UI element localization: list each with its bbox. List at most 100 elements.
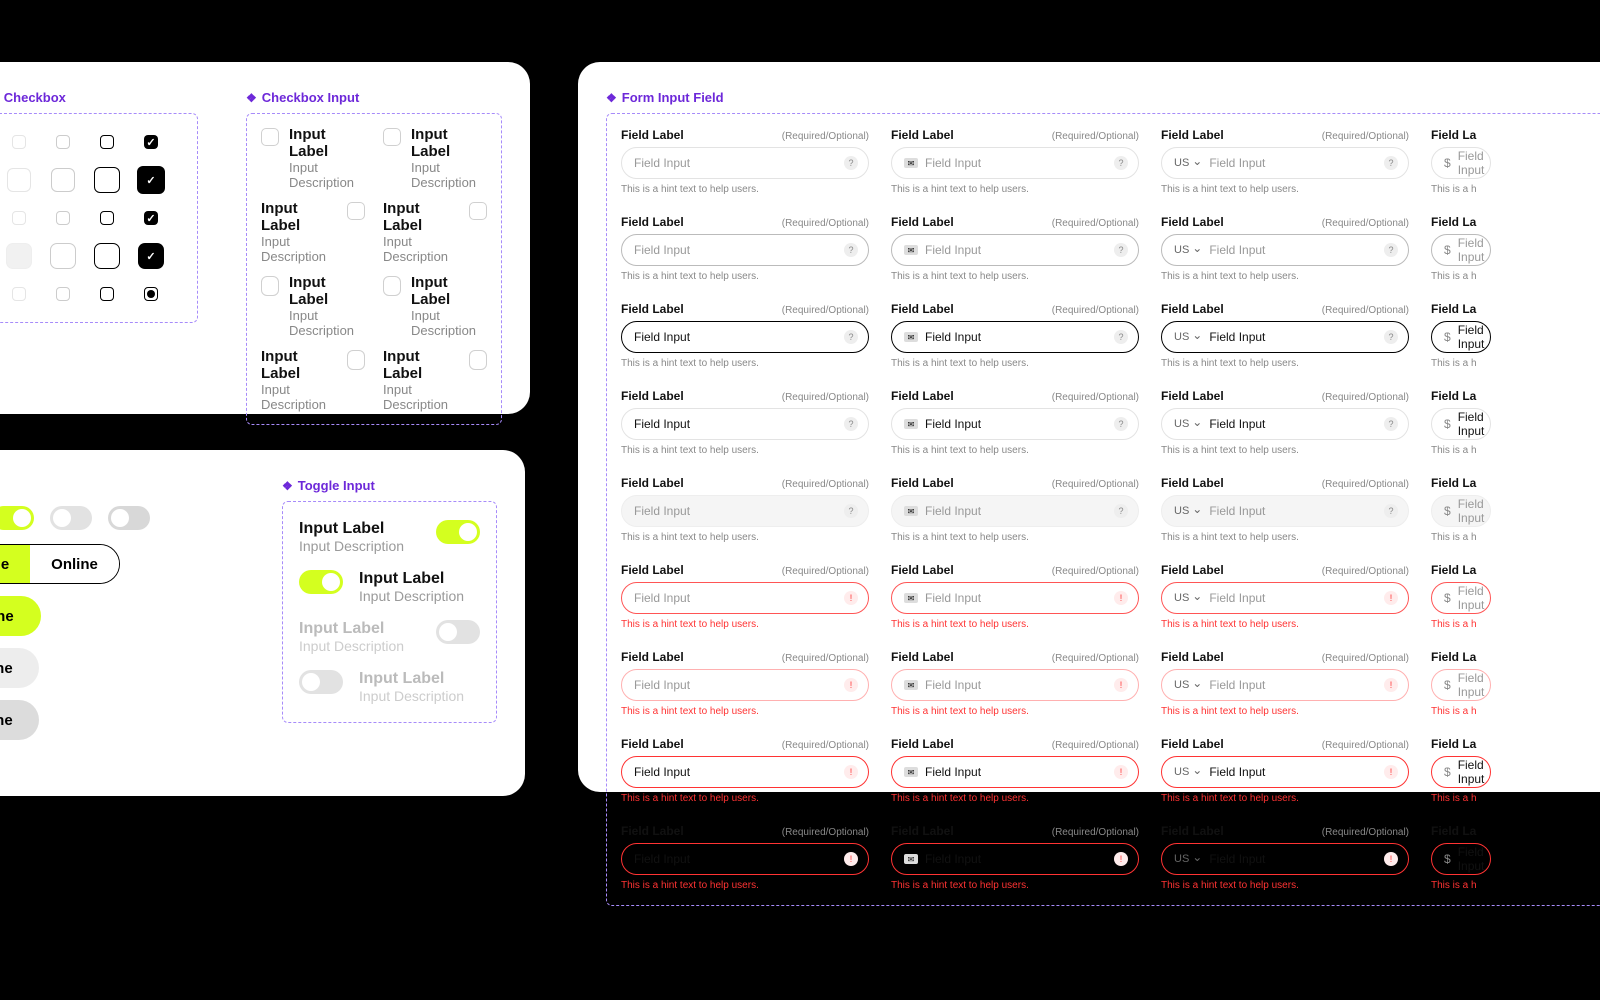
checkbox-box[interactable] xyxy=(347,350,365,370)
radio-light[interactable] xyxy=(56,287,70,301)
country-select[interactable]: US xyxy=(1174,330,1202,344)
toggle-switch-on[interactable] xyxy=(436,520,480,544)
text-input[interactable]: $ Field Input xyxy=(1431,843,1491,875)
country-select[interactable]: US xyxy=(1174,417,1202,431)
text-input[interactable]: US Field Input ! xyxy=(1161,582,1409,614)
checkbox-input-right-lg-2[interactable]: Input Label Input Description xyxy=(383,348,487,412)
text-input[interactable]: ✉ Field Input ? xyxy=(891,147,1139,179)
text-input[interactable]: $ Field Input xyxy=(1431,756,1491,788)
text-input[interactable]: US Field Input ? xyxy=(1161,321,1409,353)
radio-selected[interactable] xyxy=(144,287,158,301)
checkbox-round-ghost-sm[interactable] xyxy=(12,135,26,149)
field-label: Field La xyxy=(1431,389,1476,403)
text-input[interactable]: Field Input ? xyxy=(621,234,869,266)
field-label: Field Label xyxy=(891,302,954,316)
segmented-toggle[interactable]: Offline Online xyxy=(0,544,120,584)
checkbox-box[interactable] xyxy=(261,276,279,296)
pill-online-gray[interactable]: Online xyxy=(0,700,39,740)
text-input[interactable]: Field Input ? xyxy=(621,147,869,179)
checkbox-box[interactable] xyxy=(347,202,365,220)
checkbox-square-light-sm[interactable] xyxy=(56,211,70,225)
field-required-hint: (Required/Optional) xyxy=(782,218,869,229)
checkbox-round-ghost-lg[interactable] xyxy=(7,168,31,192)
checkbox-square-outline-sm[interactable] xyxy=(100,211,114,225)
text-input[interactable]: US Field Input ! xyxy=(1161,756,1409,788)
pill-online-light[interactable]: Online xyxy=(0,648,39,688)
checkbox-round-checked-lg[interactable] xyxy=(137,166,165,194)
text-input[interactable]: ✉ Field Input ? xyxy=(891,321,1139,353)
currency-symbol: $ xyxy=(1444,852,1451,866)
text-input[interactable]: Field Input ! xyxy=(621,669,869,701)
checkbox-round-outline-sm[interactable] xyxy=(100,135,114,149)
radio-ghost[interactable] xyxy=(12,287,26,301)
pill-online-lime[interactable]: Online xyxy=(0,596,41,636)
country-select[interactable]: US xyxy=(1174,852,1202,866)
checkbox-round-outline-lg[interactable] xyxy=(94,167,120,193)
checkbox-input-right-lg[interactable]: Input Label Input Description xyxy=(261,348,365,412)
toggle-off-light[interactable] xyxy=(50,506,92,530)
text-input[interactable]: $ Field Input xyxy=(1431,147,1491,179)
text-input[interactable]: US Field Input ? xyxy=(1161,147,1409,179)
checkbox-round-light-sm[interactable] xyxy=(56,135,70,149)
checkbox-box[interactable] xyxy=(261,128,279,146)
text-input[interactable]: Field Input ? xyxy=(621,408,869,440)
text-input: ✉ Field Input ? xyxy=(891,495,1139,527)
text-input[interactable]: US Field Input ! xyxy=(1161,843,1409,875)
toggle-input-right[interactable]: Input Label Input Description xyxy=(299,570,480,604)
checkbox-box[interactable] xyxy=(383,128,401,146)
toggle-switch-on[interactable] xyxy=(299,570,343,594)
checkbox-input-left-lg[interactable]: Input Label Input Description xyxy=(261,274,365,338)
country-select[interactable]: US xyxy=(1174,504,1202,518)
country-select[interactable]: US xyxy=(1174,765,1202,779)
text-input[interactable]: US Field Input ! xyxy=(1161,669,1409,701)
text-input[interactable]: Field Input ! xyxy=(621,756,869,788)
segment-online[interactable]: Online xyxy=(30,545,119,583)
radio-outline[interactable] xyxy=(100,287,114,301)
toggle-input-left[interactable]: Input Label Input Description xyxy=(299,520,480,554)
checkbox-square-ghost-sm[interactable] xyxy=(12,211,26,225)
text-input[interactable]: ✉ Field Input ! xyxy=(891,843,1139,875)
checkbox-round-light-lg[interactable] xyxy=(51,168,75,192)
text-input[interactable]: $ Field Input xyxy=(1431,582,1491,614)
field-value: Field Input xyxy=(925,852,981,866)
toggle-on[interactable] xyxy=(0,506,34,530)
checkbox-square-checked-sm[interactable] xyxy=(144,211,158,225)
text-input[interactable]: Field Input ! xyxy=(621,582,869,614)
checkbox-box[interactable] xyxy=(383,276,401,296)
checkbox-square-ghost-lg[interactable] xyxy=(6,243,32,269)
checkbox-box[interactable] xyxy=(469,202,487,220)
text-input[interactable]: $ Field Input xyxy=(1431,408,1491,440)
checkbox-square-light-lg[interactable] xyxy=(50,243,76,269)
text-input[interactable]: Field Input ? xyxy=(621,321,869,353)
checkbox-input-right-sm[interactable]: Input Label Input Description xyxy=(261,200,365,264)
checkbox-input-left-sm[interactable]: Input Label Input Description xyxy=(261,126,365,190)
segment-offline[interactable]: Offline xyxy=(0,545,30,583)
checkbox-square-checked-lg[interactable] xyxy=(138,243,164,269)
text-input[interactable]: $ Field Input xyxy=(1431,321,1491,353)
checkbox-round-checked-sm[interactable] xyxy=(144,135,158,149)
field-hint: This is a h xyxy=(1431,271,1491,282)
toggle-switch-off xyxy=(436,620,480,644)
text-input[interactable]: US Field Input ? xyxy=(1161,408,1409,440)
text-input[interactable]: $ Field Input xyxy=(1431,234,1491,266)
toggle-off-gray[interactable] xyxy=(108,506,150,530)
checkbox-box[interactable] xyxy=(469,350,487,370)
field-label: Field Label xyxy=(621,215,684,229)
country-select[interactable]: US xyxy=(1174,156,1202,170)
country-select[interactable]: US xyxy=(1174,678,1202,692)
text-input[interactable]: ✉ Field Input ! xyxy=(891,756,1139,788)
text-input[interactable]: ✉ Field Input ? xyxy=(891,408,1139,440)
text-input[interactable]: $ Field Input xyxy=(1431,669,1491,701)
country-select[interactable]: US xyxy=(1174,243,1202,257)
text-input[interactable]: ✉ Field Input ! xyxy=(891,669,1139,701)
country-select[interactable]: US xyxy=(1174,591,1202,605)
text-input[interactable]: Field Input ! xyxy=(621,843,869,875)
text-input[interactable]: US Field Input ? xyxy=(1161,234,1409,266)
text-input[interactable]: ✉ Field Input ! xyxy=(891,582,1139,614)
checkbox-input-left-lg-2[interactable]: Input Label Input Description xyxy=(383,274,487,338)
checkbox-square-outline-lg[interactable] xyxy=(94,243,120,269)
text-input[interactable]: ✉ Field Input ? xyxy=(891,234,1139,266)
checkbox-input-right-sm-2[interactable]: Input Label Input Description xyxy=(383,200,487,264)
checkbox-input-left-sm-2[interactable]: Input Label Input Description xyxy=(383,126,487,190)
field-value: Field Input xyxy=(634,852,690,866)
